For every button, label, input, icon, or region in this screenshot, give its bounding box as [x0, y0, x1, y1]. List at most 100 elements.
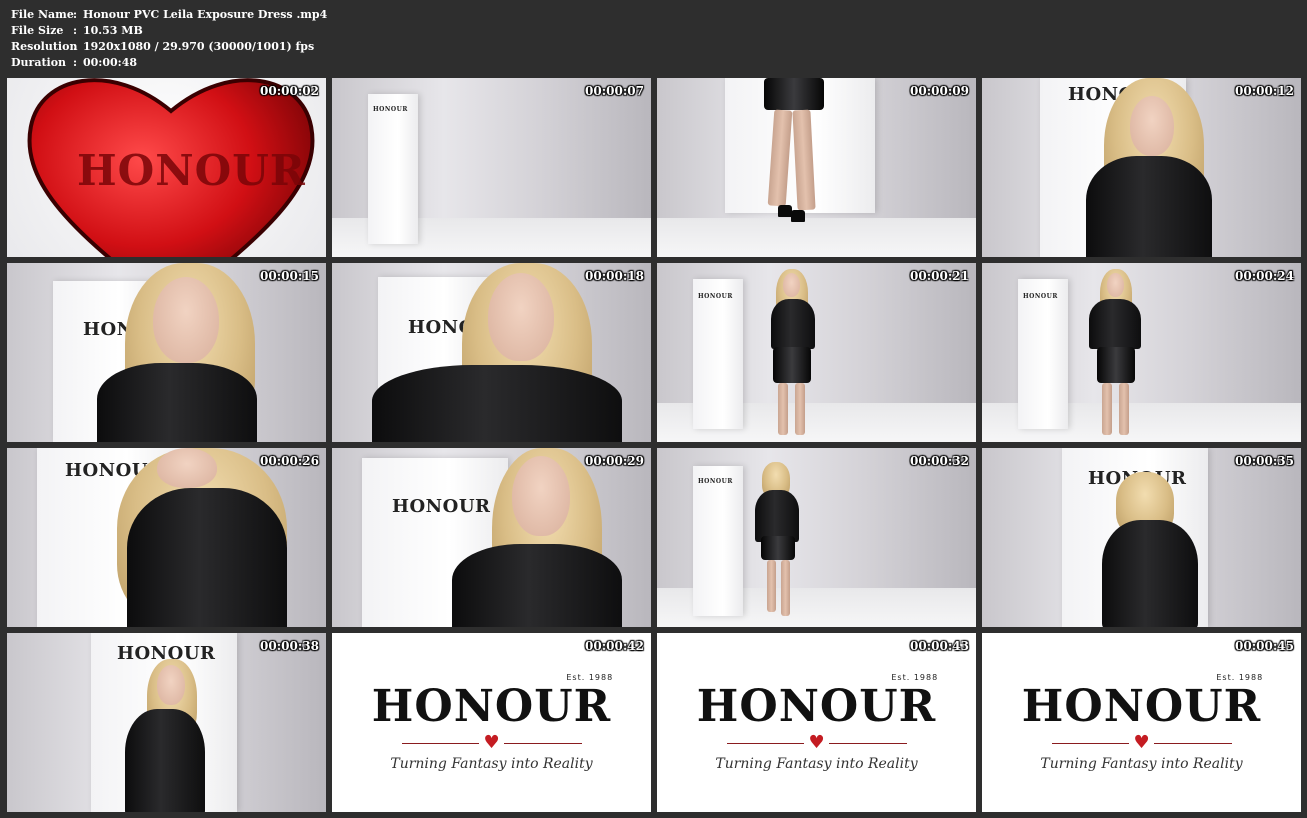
- model-leg: [1102, 383, 1112, 435]
- thumbnail[interactable]: HONOUR 00:00:26: [7, 448, 326, 627]
- info-value: 1920x1080 / 29.970 (30000/1001) fps: [83, 40, 315, 53]
- thumbnail-timestamp: 00:00:24: [1235, 269, 1294, 283]
- info-separator: :: [73, 56, 78, 69]
- model-face: [157, 448, 217, 488]
- honour-logo-card: HONOUR Est. 1988 ♥ Turning Fantasy into …: [982, 633, 1301, 812]
- divider-line: [828, 742, 907, 744]
- model-skirt: [764, 78, 824, 110]
- thumbnail[interactable]: HONOUR 00:00:21: [657, 263, 976, 442]
- file-info: File Name : Honour PVC Leila Exposure Dr…: [11, 7, 327, 71]
- thumbnail-timestamp: 00:00:21: [910, 269, 969, 283]
- divider-line: [1051, 742, 1130, 744]
- thumbnail[interactable]: HONOUR Est. 1988 ♥ Turning Fantasy into …: [332, 633, 651, 812]
- thumbnail-timestamp: 00:00:29: [585, 454, 644, 468]
- door-logo-text: HONOUR: [373, 106, 408, 113]
- model-face: [157, 665, 185, 705]
- info-key: File Name: [11, 8, 74, 21]
- logo-tagline: Turning Fantasy into Reality: [715, 756, 918, 772]
- thumbnail[interactable]: HONOUR 00:00:15: [7, 263, 326, 442]
- door-panel: HONOUR: [693, 279, 743, 429]
- model-leg: [767, 560, 776, 612]
- info-row-file-name: File Name : Honour PVC Leila Exposure Dr…: [11, 7, 327, 23]
- logo-tagline: Turning Fantasy into Reality: [390, 756, 593, 772]
- model-shoe: [791, 210, 805, 222]
- door-logo-text: HONOUR: [698, 478, 733, 485]
- logo-word: HONOUR: [696, 681, 937, 732]
- model-face: [153, 277, 219, 363]
- info-separator: :: [73, 24, 78, 37]
- info-key: Resolution: [11, 40, 78, 53]
- honour-logo-card: HONOUR Est. 1988 ♥ Turning Fantasy into …: [657, 633, 976, 812]
- logo-established: Est. 1988: [566, 673, 614, 682]
- model-leg: [1119, 383, 1129, 435]
- logo-word: HONOUR: [1021, 681, 1262, 732]
- door-panel: HONOUR: [693, 466, 743, 616]
- model-skirt: [773, 347, 811, 383]
- info-separator: :: [73, 40, 78, 53]
- model-body: [771, 299, 815, 349]
- thumbnail[interactable]: HONOUR 00:00:24: [982, 263, 1301, 442]
- door-logo-text: HONOUR: [1023, 293, 1058, 300]
- model-face: [1107, 273, 1124, 297]
- thumbnail[interactable]: HONOUR 00:00:07: [332, 78, 651, 257]
- logo-established: Est. 1988: [1216, 673, 1264, 682]
- info-row-file-size: File Size : 10.53 MB: [11, 23, 327, 39]
- model-body: [755, 490, 799, 542]
- logo-word: HONOUR: [371, 681, 612, 732]
- thumbnail[interactable]: 00:00:09: [657, 78, 976, 257]
- logo-wordmark: HONOUR Est. 1988: [696, 673, 937, 732]
- thumbnail-grid: HONOUR 00:00:02 HONOUR 00:00:07 00:00:09: [7, 78, 1301, 812]
- thumbnail-timestamp: 00:00:26: [260, 454, 319, 468]
- thumbnail[interactable]: HONOUR Est. 1988 ♥ Turning Fantasy into …: [657, 633, 976, 812]
- logo-divider: ♥: [1051, 732, 1232, 753]
- heart-icon: ♥: [808, 732, 825, 753]
- thumbnail-timestamp: 00:00:38: [260, 639, 319, 653]
- info-row-duration: Duration : 00:00:48: [11, 55, 327, 71]
- info-value: 10.53 MB: [83, 24, 143, 37]
- info-key: File Size: [11, 24, 64, 37]
- thumbnail[interactable]: HONOUR Est. 1988 ♥ Turning Fantasy into …: [982, 633, 1301, 812]
- thumbnail-timestamp: 00:00:45: [1235, 639, 1294, 653]
- thumbnail-timestamp: 00:00:32: [910, 454, 969, 468]
- info-value: 00:00:48: [83, 56, 138, 69]
- logo-divider: ♥: [401, 734, 582, 752]
- thumbnail-timestamp: 00:00:09: [910, 84, 969, 98]
- thumbnail[interactable]: HONOUR 00:00:32: [657, 448, 976, 627]
- thumbnail-timestamp: 00:00:18: [585, 269, 644, 283]
- thumbnail[interactable]: HONOUR 00:00:35: [982, 448, 1301, 627]
- thumbnail-timestamp: 00:00:12: [1235, 84, 1294, 98]
- info-value: Honour PVC Leila Exposure Dress .mp4: [83, 8, 328, 21]
- divider-line: [726, 742, 805, 744]
- model-face: [488, 273, 554, 361]
- model-body: [1086, 156, 1212, 257]
- logo-established: Est. 1988: [891, 673, 939, 682]
- door-panel: HONOUR: [368, 94, 418, 244]
- door-logo-text: HONOUR: [392, 496, 491, 517]
- model-body: [1102, 520, 1198, 627]
- model-body: [372, 365, 622, 442]
- thumbnail[interactable]: HONOUR 00:00:02: [7, 78, 326, 257]
- model-face: [783, 273, 800, 297]
- model-skirt: [761, 536, 795, 560]
- model-body: [125, 709, 205, 812]
- thumbnail-timestamp: 00:00:42: [585, 639, 644, 653]
- model-body: [97, 363, 257, 442]
- thumbnail[interactable]: HONOUR 00:00:38: [7, 633, 326, 812]
- model-body: [1089, 299, 1141, 349]
- model-body: [452, 544, 622, 627]
- model-shoe: [778, 205, 792, 217]
- honour-logo-card: HONOUR Est. 1988 ♥ Turning Fantasy into …: [332, 633, 651, 812]
- model-body: [127, 488, 287, 627]
- thumbnail[interactable]: HONOUR 00:00:29: [332, 448, 651, 627]
- thumbnail[interactable]: HONOUR 00:00:12: [982, 78, 1301, 257]
- thumbnail[interactable]: HONOUR 00:00:18: [332, 263, 651, 442]
- divider-line: [1153, 742, 1232, 744]
- room-floor: [657, 217, 976, 257]
- thumbnail-timestamp: 00:00:15: [260, 269, 319, 283]
- logo-tagline: Turning Fantasy into Reality: [1040, 756, 1243, 772]
- divider-line: [401, 742, 480, 744]
- heart-icon: ♥: [1133, 732, 1150, 753]
- logo-wordmark: HONOUR Est. 1988: [1021, 673, 1262, 732]
- model-face: [1130, 96, 1174, 156]
- contact-sheet: File Name : Honour PVC Leila Exposure Dr…: [0, 0, 1307, 818]
